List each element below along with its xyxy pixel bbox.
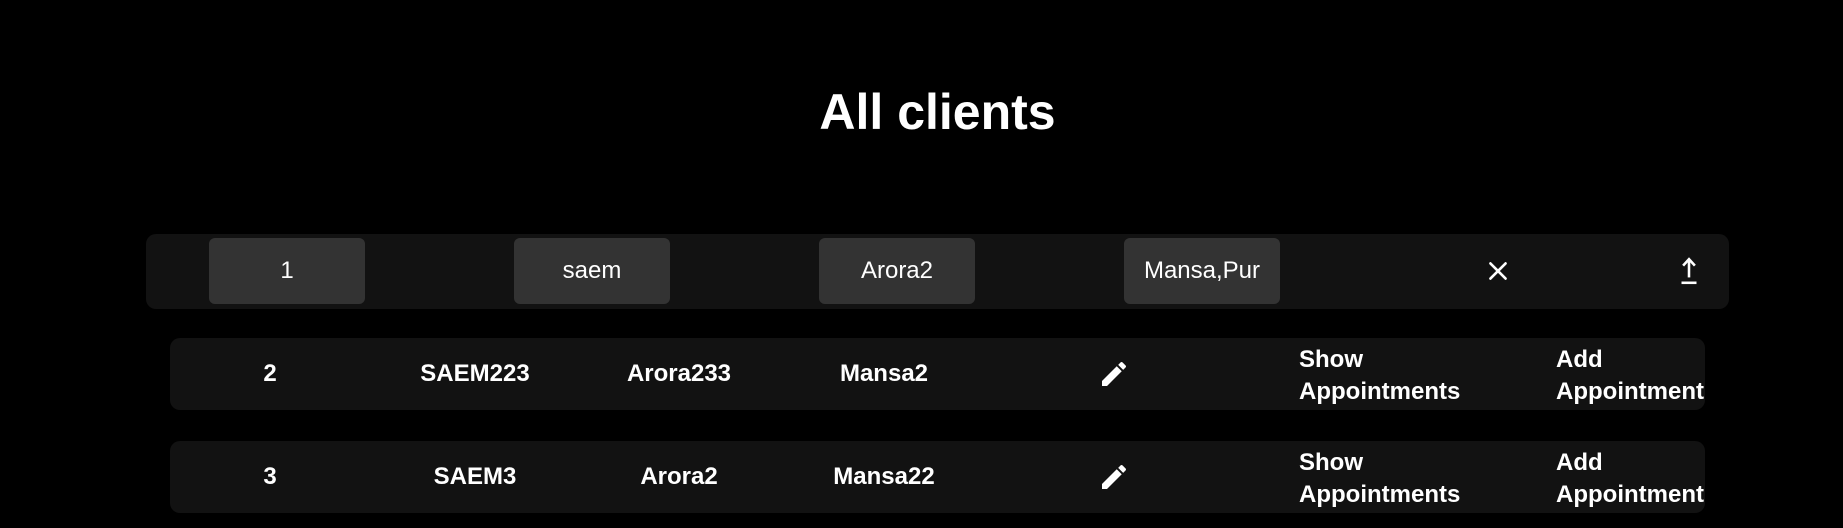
- pencil-icon: [1102, 464, 1127, 489]
- cancel-edit-button[interactable]: [1477, 250, 1519, 292]
- pencil-icon: [1102, 361, 1127, 386]
- client-edit-bar: [146, 234, 1729, 309]
- show-appointments-link[interactable]: Show Appointments: [1299, 344, 1469, 408]
- client-surname-cell: Arora233: [626, 360, 732, 387]
- client-name-input[interactable]: [514, 238, 670, 304]
- page-title: All clients: [819, 84, 1056, 140]
- show-appointments-link[interactable]: Show Appointments: [1299, 447, 1469, 511]
- client-id-input[interactable]: [209, 238, 365, 304]
- add-appointment-link[interactable]: Add Appointment: [1556, 447, 1706, 511]
- client-name-cell: SAEM223: [420, 360, 530, 387]
- upload-icon: [1681, 257, 1697, 285]
- client-city-cell: Mansa22: [833, 463, 935, 490]
- client-city-input[interactable]: [1124, 238, 1280, 304]
- client-id-cell: 3: [263, 463, 277, 490]
- save-upload-button[interactable]: [1668, 250, 1710, 292]
- table-row: 2 SAEM223 Arora233 Mansa2 Show Appointme…: [170, 338, 1705, 410]
- add-appointment-link[interactable]: Add Appointment: [1556, 344, 1706, 408]
- clients-page: All clients 2 SAEM223 Arora233 Mansa2: [0, 0, 1843, 528]
- close-icon: [1489, 262, 1507, 280]
- client-name-cell: SAEM3: [433, 463, 517, 490]
- client-city-cell: Mansa2: [839, 360, 929, 387]
- table-row: 3 SAEM3 Arora2 Mansa22 Show Appointments…: [170, 441, 1705, 513]
- client-surname-cell: Arora2: [640, 463, 718, 490]
- edit-client-button[interactable]: [1096, 356, 1132, 392]
- client-surname-input[interactable]: [819, 238, 975, 304]
- edit-client-button[interactable]: [1096, 459, 1132, 495]
- client-id-cell: 2: [263, 360, 277, 387]
